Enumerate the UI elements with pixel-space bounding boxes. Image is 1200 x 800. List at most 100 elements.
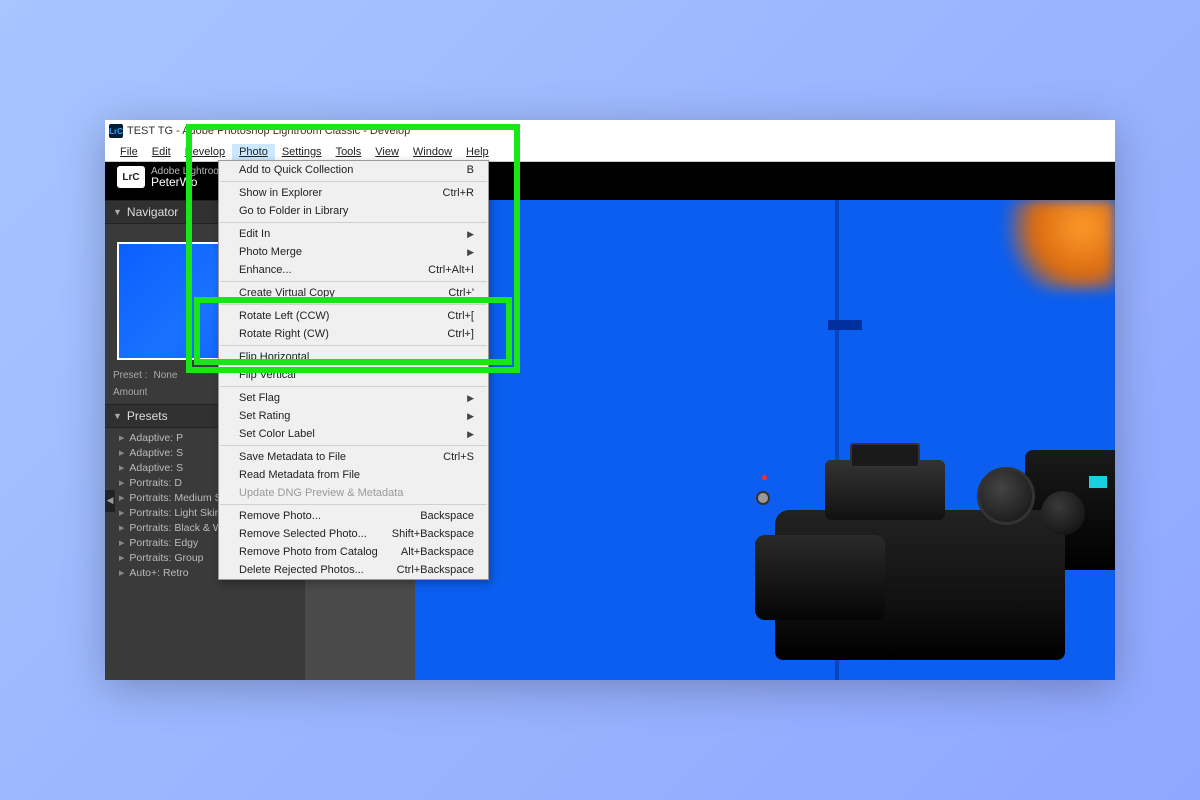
menu-item[interactable]: Remove Photo... Backspace	[219, 507, 488, 525]
chevron-right-icon: ▶	[467, 247, 474, 258]
app-icon: LrC	[109, 124, 123, 138]
menu-item-label: Rotate Left (CCW)	[239, 310, 329, 322]
menu-item-shortcut: Ctrl+Backspace	[397, 564, 474, 576]
menu-item[interactable]: Flip Vertical	[219, 366, 488, 384]
menubar-tools[interactable]: Tools	[329, 144, 369, 160]
triangle-right-icon: ▶	[119, 494, 124, 502]
preset-value[interactable]: None	[153, 370, 177, 381]
camera-mode-dial	[977, 467, 1035, 525]
preset-item-label: Portraits: D	[129, 477, 182, 489]
window-title: TEST TG - Adobe Photoshop Lightroom Clas…	[127, 125, 410, 137]
chevron-right-icon: ▶	[467, 393, 474, 404]
menu-item-label: Enhance...	[239, 264, 292, 276]
menu-item[interactable]: Add to Quick Collection B	[219, 161, 488, 179]
menu-item-label: Add to Quick Collection	[239, 164, 353, 176]
menu-item[interactable]: Save Metadata to File Ctrl+S	[219, 448, 488, 466]
menu-item-shortcut: Ctrl+'	[448, 287, 474, 299]
menubar-edit[interactable]: Edit	[145, 144, 178, 160]
menubar-photo[interactable]: Photo	[232, 144, 275, 160]
chevron-right-icon: ▶	[467, 411, 474, 422]
photo-bg-blur	[1005, 200, 1115, 290]
menu-item-label: Photo Merge	[239, 246, 302, 258]
triangle-right-icon: ▶	[119, 464, 124, 472]
menubar-settings[interactable]: Settings	[275, 144, 329, 160]
preset-item-label: Portraits: Group	[129, 552, 203, 564]
presets-label: Presets	[127, 409, 168, 423]
menubar: File Edit Develop Photo Settings Tools V…	[105, 142, 1115, 162]
menu-item[interactable]: Remove Selected Photo... Shift+Backspace	[219, 525, 488, 543]
menu-item-label: Save Metadata to File	[239, 451, 346, 463]
preset-item-label: Portraits: Light Skin	[129, 507, 220, 519]
menu-item-label: Set Color Label	[239, 428, 315, 440]
triangle-right-icon: ▶	[119, 539, 124, 547]
menu-item-label: Set Flag	[239, 392, 280, 404]
menu-separator	[220, 222, 487, 223]
chevron-down-icon: ▼	[113, 207, 122, 217]
menu-item-label: Go to Folder in Library	[239, 205, 348, 217]
menu-item[interactable]: Set Rating ▶	[219, 407, 488, 425]
camera-strap-lug	[756, 491, 770, 505]
lr-badge-icon: LrC	[117, 166, 145, 188]
menu-item[interactable]: Read Metadata from File	[219, 466, 488, 484]
user-name: PeterWo	[151, 177, 227, 188]
menu-item[interactable]: Delete Rejected Photos...Ctrl+Backspace	[219, 561, 488, 579]
menu-item-label: Flip Horizontal	[239, 351, 309, 363]
menu-item-label: Create Virtual Copy	[239, 287, 335, 299]
menu-separator	[220, 304, 487, 305]
triangle-right-icon: ▶	[119, 449, 124, 457]
menu-item[interactable]: Go to Folder in Library	[219, 202, 488, 220]
chevron-right-icon: ▶	[467, 429, 474, 440]
camera-evf	[825, 460, 945, 520]
menu-item-shortcut: Ctrl+R	[443, 187, 474, 199]
panel-collapse-arrow-icon[interactable]: ◀	[105, 490, 115, 512]
menubar-file[interactable]: File	[113, 144, 145, 160]
preset-item-label: Adaptive: S	[129, 462, 183, 474]
menu-item-label: Read Metadata from File	[239, 469, 360, 481]
menu-item-label: Set Rating	[239, 410, 290, 422]
photo-dropdown-menu: Add to Quick Collection B Show in Explorer…	[218, 160, 489, 580]
menu-item[interactable]: Photo Merge ▶	[219, 243, 488, 261]
menu-item-shortcut: Shift+Backspace	[392, 528, 474, 540]
photo-hinge	[828, 320, 862, 330]
triangle-right-icon: ▶	[119, 509, 124, 517]
photo-canvas[interactable]	[415, 200, 1115, 680]
menubar-view[interactable]: View	[368, 144, 406, 160]
menu-item[interactable]: Enhance... Ctrl+Alt+I	[219, 261, 488, 279]
preset-item-label: Adaptive: P	[129, 432, 183, 444]
menu-item[interactable]: Flip Horizontal	[219, 348, 488, 366]
menu-item[interactable]: Rotate Right (CW)Ctrl+]	[219, 325, 488, 343]
menu-item-label: Remove Photo from Catalog	[239, 546, 378, 558]
triangle-right-icon: ▶	[119, 554, 124, 562]
menu-item-label: Rotate Right (CW)	[239, 328, 329, 340]
menu-item[interactable]: Set Flag ▶	[219, 389, 488, 407]
menu-item[interactable]: Edit In▶	[219, 225, 488, 243]
menu-item-shortcut: Ctrl+S	[443, 451, 474, 463]
menu-separator	[220, 281, 487, 282]
menu-item-shortcut: B	[467, 164, 474, 176]
menubar-window[interactable]: Window	[406, 144, 459, 160]
menu-item-shortcut: Backspace	[420, 510, 474, 522]
menu-item[interactable]: Remove Photo from Catalog Alt+Backspace	[219, 543, 488, 561]
camera-rec-dot	[762, 475, 767, 480]
menu-item[interactable]: Set Color Label ▶	[219, 425, 488, 443]
menu-item-label: Update DNG Preview & Metadata	[239, 487, 403, 499]
menu-item: Update DNG Preview & Metadata	[219, 484, 488, 502]
menu-item-label: Remove Selected Photo...	[239, 528, 367, 540]
menu-item[interactable]: Rotate Left (CCW) Ctrl+[	[219, 307, 488, 325]
chevron-down-icon: ▼	[113, 411, 122, 421]
menu-item[interactable]: Show in ExplorerCtrl+R	[219, 184, 488, 202]
chevron-right-icon: ▶	[467, 229, 474, 240]
menu-item-label: Remove Photo...	[239, 510, 321, 522]
triangle-right-icon: ▶	[119, 479, 124, 487]
menu-separator	[220, 345, 487, 346]
menu-item-shortcut: Ctrl+[	[447, 310, 474, 322]
menubar-help[interactable]: Help	[459, 144, 496, 160]
menu-separator	[220, 181, 487, 182]
menu-item-shortcut: Alt+Backspace	[401, 546, 474, 558]
titlebar: LrC TEST TG - Adobe Photoshop Lightroom …	[105, 120, 1115, 142]
menu-item-label: Flip Vertical	[239, 369, 296, 381]
menu-item[interactable]: Create Virtual Copy Ctrl+'	[219, 284, 488, 302]
menu-item-shortcut: Ctrl+Alt+I	[428, 264, 474, 276]
identity-plate: LrC Adobe Lightroom PeterWo	[117, 166, 227, 188]
menubar-develop[interactable]: Develop	[178, 144, 232, 160]
